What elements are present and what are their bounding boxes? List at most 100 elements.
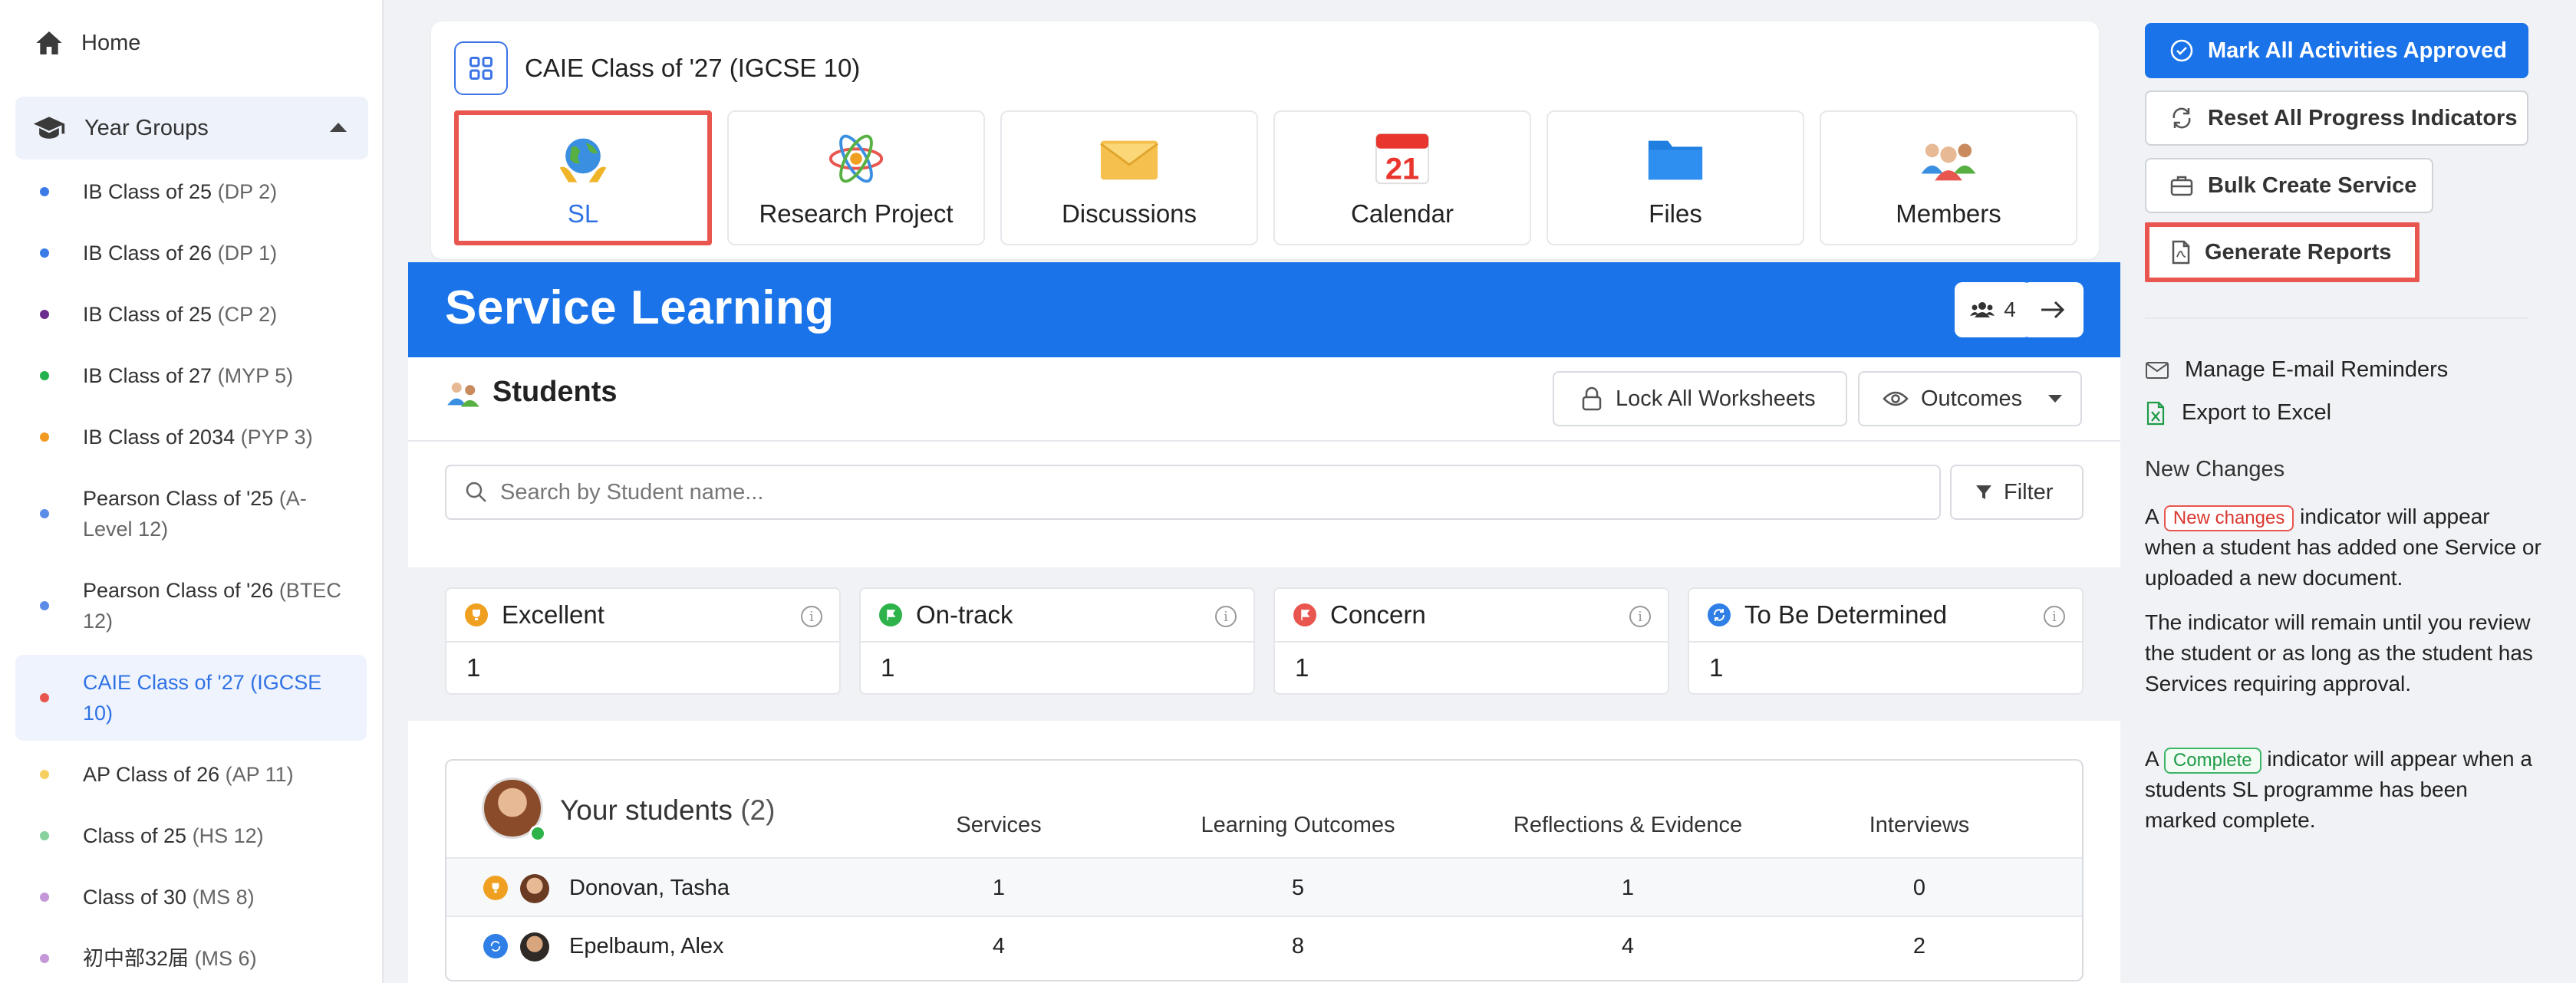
stat-value: 1 bbox=[881, 653, 895, 682]
group-color-dot bbox=[40, 770, 49, 779]
home-icon bbox=[36, 31, 62, 54]
new-changes-title: New Changes bbox=[2145, 457, 2285, 482]
sidebar-group[interactable]: Pearson Class of '26 (BTEC 12) bbox=[0, 560, 382, 652]
sidebar-group[interactable]: Class of 30 (MS 8) bbox=[0, 866, 382, 928]
stat-value: 1 bbox=[466, 653, 481, 682]
search-placeholder: Search by Student name... bbox=[500, 479, 764, 505]
column-header[interactable]: Learning Outcomes bbox=[1183, 813, 1413, 838]
envelope-icon bbox=[2146, 361, 2169, 379]
interviews-value: 2 bbox=[1912, 934, 1926, 958]
column-header[interactable]: Services bbox=[953, 813, 1045, 838]
tile-label: Members bbox=[1896, 199, 2001, 228]
info-icon[interactable]: i bbox=[2044, 606, 2065, 627]
group-color-dot bbox=[40, 893, 49, 902]
info-icon[interactable]: i bbox=[1215, 606, 1237, 627]
your-students-table: Your students (2) Services Learning Outc… bbox=[445, 759, 2084, 981]
sidebar-group[interactable]: Pearson Class of '25 (A-Level 12) bbox=[0, 468, 382, 560]
student-avatar bbox=[520, 874, 549, 903]
services-value: 1 bbox=[992, 876, 1006, 900]
sidebar-group[interactable]: IB Class of 2034 (PYP 3) bbox=[0, 406, 382, 468]
stat-concern[interactable]: Concern i 1 bbox=[1273, 587, 1669, 695]
reflections-value: 1 bbox=[1621, 876, 1635, 900]
stat-label: Excellent bbox=[502, 600, 604, 629]
apps-grid-icon[interactable] bbox=[454, 41, 508, 95]
sidebar-group-active[interactable]: CAIE Class of '27 (IGCSE 10) bbox=[15, 655, 367, 741]
student-name[interactable]: Donovan, Tasha bbox=[569, 876, 730, 901]
sidebar-group[interactable]: IB Class of 25 (CP 2) bbox=[0, 284, 382, 345]
sidebar-group[interactable]: AP Class of 26 (AP 11) bbox=[0, 744, 382, 805]
tile-label: Calendar bbox=[1351, 199, 1454, 228]
students-icon bbox=[447, 382, 479, 407]
users-icon bbox=[1970, 302, 1995, 317]
excel-file-icon bbox=[2146, 401, 2165, 425]
outcomes-value: 8 bbox=[1291, 934, 1305, 958]
globe-hands-icon bbox=[553, 132, 613, 192]
flag-icon bbox=[1293, 603, 1316, 626]
check-circle-icon bbox=[2170, 39, 2193, 62]
tile-label: Discussions bbox=[1061, 199, 1197, 228]
stat-label: Concern bbox=[1330, 600, 1426, 629]
lock-all-worksheets-button[interactable]: Lock All Worksheets bbox=[1553, 371, 1847, 426]
sidebar-home[interactable]: Home bbox=[34, 28, 140, 58]
stat-on-track[interactable]: On-track i 1 bbox=[859, 587, 1255, 695]
new-changes-paragraph: A New changes indicator will appear when… bbox=[2145, 505, 2541, 590]
class-header-card: CAIE Class of '27 (IGCSE 10) SL Research… bbox=[431, 21, 2099, 259]
bulk-create-service-button[interactable]: Bulk Create Service bbox=[2145, 158, 2433, 213]
student-name[interactable]: Epelbaum, Alex bbox=[569, 934, 724, 959]
class-title: CAIE Class of '27 (IGCSE 10) bbox=[525, 54, 861, 82]
manage-email-reminders-link[interactable]: Manage E-mail Reminders bbox=[2145, 357, 2448, 383]
stat-label: To Be Determined bbox=[1744, 600, 1948, 629]
table-title: Your students (2) bbox=[560, 794, 776, 826]
briefcase-icon bbox=[2170, 176, 2193, 196]
arrow-right-icon bbox=[2041, 301, 2065, 319]
generate-reports-button[interactable]: Generate Reports bbox=[2145, 222, 2420, 282]
sidebar-group[interactable]: IB Class of 25 (DP 2) bbox=[0, 161, 382, 222]
tile-sl[interactable]: SL bbox=[454, 110, 712, 245]
group-color-dot bbox=[40, 248, 49, 258]
mark-all-approved-button[interactable]: Mark All Activities Approved bbox=[2145, 23, 2528, 78]
calendar-icon: 21 bbox=[1372, 129, 1432, 189]
year-groups-toggle[interactable]: Year Groups bbox=[15, 97, 368, 159]
atom-icon bbox=[826, 129, 886, 189]
eye-icon bbox=[1883, 391, 1909, 406]
students-heading: Students bbox=[445, 376, 618, 409]
sidebar-group[interactable]: IB Class of 26 (DP 1) bbox=[0, 222, 382, 284]
table-row[interactable]: Epelbaum, Alex 4 8 4 2 bbox=[446, 916, 2082, 974]
stat-to-be-determined[interactable]: To Be Determined i 1 bbox=[1688, 587, 2084, 695]
info-icon[interactable]: i bbox=[801, 606, 822, 627]
arrow-right-button[interactable] bbox=[2022, 282, 2084, 337]
home-label: Home bbox=[81, 30, 141, 55]
stat-excellent[interactable]: Excellent i 1 bbox=[445, 587, 841, 695]
tile-discussions[interactable]: Discussions bbox=[1000, 110, 1258, 245]
sidebar-group[interactable]: 初中部32届 (MS 6) bbox=[0, 928, 382, 983]
outcomes-dropdown[interactable]: Outcomes bbox=[1858, 371, 2082, 426]
pdf-file-icon bbox=[2172, 240, 2190, 265]
sidebar-group[interactable]: Class of 25 (HS 12) bbox=[0, 805, 382, 866]
column-header[interactable]: Interviews bbox=[1858, 813, 1981, 838]
table-row[interactable]: Donovan, Tasha 1 5 1 0 bbox=[446, 857, 2082, 916]
group-color-dot bbox=[40, 432, 49, 442]
tile-calendar[interactable]: 21 Calendar bbox=[1273, 110, 1531, 245]
filter-icon bbox=[1976, 485, 1991, 499]
stat-label: On-track bbox=[916, 600, 1013, 629]
info-icon[interactable]: i bbox=[1629, 606, 1651, 627]
trophy-icon bbox=[465, 603, 488, 626]
reflections-value: 4 bbox=[1621, 934, 1635, 958]
group-color-dot bbox=[40, 601, 49, 610]
members-count-button[interactable]: 4 bbox=[1955, 282, 2031, 337]
student-search-input[interactable]: Search by Student name... bbox=[445, 465, 1941, 520]
tile-research-project[interactable]: Research Project bbox=[727, 110, 985, 245]
group-color-dot bbox=[40, 187, 49, 196]
column-header[interactable]: Reflections & Evidence bbox=[1497, 813, 1758, 838]
lock-icon bbox=[1582, 386, 1602, 411]
flag-icon bbox=[879, 603, 902, 626]
filter-button[interactable]: Filter bbox=[1950, 465, 2084, 520]
refresh-icon bbox=[1708, 603, 1731, 626]
group-color-dot bbox=[40, 310, 49, 319]
export-to-excel-link[interactable]: Export to Excel bbox=[2145, 400, 2331, 426]
actions-column: Mark All Activities Approved Reset All P… bbox=[2145, 0, 2574, 983]
tile-files[interactable]: Files bbox=[1547, 110, 1804, 245]
reset-progress-button[interactable]: Reset All Progress Indicators bbox=[2145, 90, 2528, 146]
tile-members[interactable]: Members bbox=[1820, 110, 2077, 245]
sidebar-group[interactable]: IB Class of 27 (MYP 5) bbox=[0, 345, 382, 406]
